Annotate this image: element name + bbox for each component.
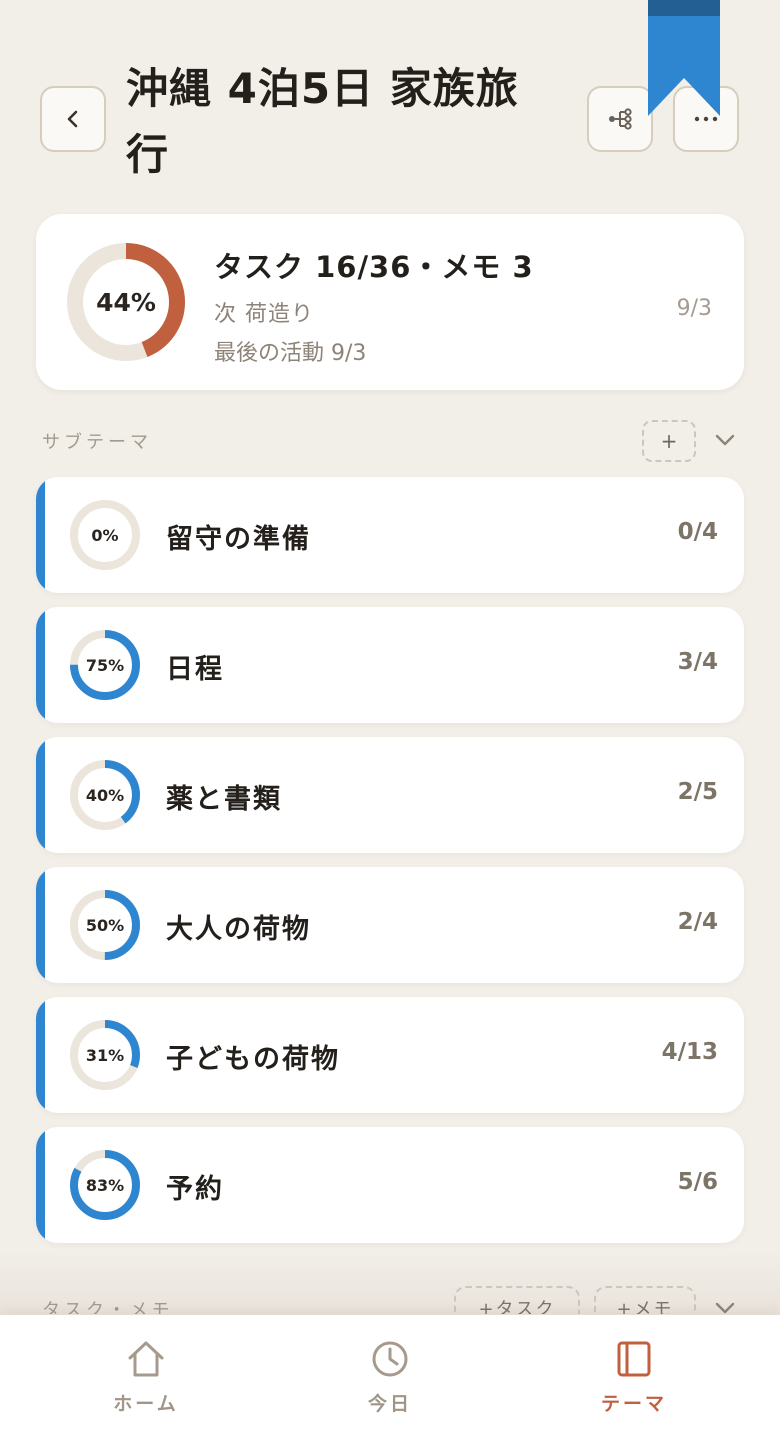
subtheme-accent bbox=[36, 997, 45, 1113]
nav-theme[interactable]: テーマ bbox=[534, 1315, 734, 1444]
bottom-navigation: ホーム 今日 テーマ bbox=[0, 1314, 780, 1444]
nav-today-label: 今日 bbox=[367, 1393, 412, 1415]
subtheme-progress-label: 0% bbox=[91, 525, 119, 545]
subtheme-name: 留守の準備 bbox=[166, 524, 311, 555]
subtheme-count: 0/4 bbox=[677, 519, 718, 545]
task-memo-counts: タスク 16/36・メモ 3 bbox=[214, 250, 534, 284]
subtheme-progress-label: 31% bbox=[85, 1045, 125, 1065]
next-task-date: 9/3 bbox=[676, 296, 712, 321]
subtheme-section-label: サブテーマ bbox=[42, 432, 152, 453]
subtheme-card[interactable]: 75% 日程 3/4 bbox=[36, 607, 744, 723]
page-title: 沖縄 4泊5日 家族旅行 bbox=[126, 64, 519, 179]
subtheme-count: 5/6 bbox=[677, 1169, 718, 1195]
add-subtheme-button[interactable]: + bbox=[642, 420, 696, 462]
subtheme-card[interactable]: 83% 予約 5/6 bbox=[36, 1127, 744, 1243]
nav-today[interactable]: 今日 bbox=[290, 1315, 490, 1444]
chevron-left-icon bbox=[67, 110, 78, 128]
subtheme-card[interactable]: 0% 留守の準備 0/4 bbox=[36, 477, 744, 593]
bookmark-icon[interactable] bbox=[648, 0, 720, 116]
last-activity: 最後の活動 9/3 bbox=[214, 341, 367, 366]
subtheme-card[interactable]: 40% 薬と書類 2/5 bbox=[36, 737, 744, 853]
subtheme-accent bbox=[36, 1127, 45, 1243]
subtheme-progress-label: 50% bbox=[85, 915, 125, 935]
home-icon bbox=[128, 1341, 164, 1377]
subtheme-accent bbox=[36, 867, 45, 983]
subtheme-name: 大人の荷物 bbox=[166, 914, 311, 945]
subtheme-name: 子どもの荷物 bbox=[166, 1044, 340, 1075]
tree-view-button[interactable] bbox=[587, 86, 653, 152]
subtheme-accent bbox=[36, 477, 45, 593]
subtheme-progress-label: 40% bbox=[85, 785, 125, 805]
subtheme-count: 3/4 bbox=[677, 649, 718, 675]
subtheme-accent bbox=[36, 737, 45, 853]
subtheme-name: 薬と書類 bbox=[166, 784, 282, 815]
hierarchy-icon bbox=[609, 108, 632, 130]
clock-icon bbox=[372, 1341, 408, 1377]
nav-theme-label: テーマ bbox=[600, 1393, 667, 1415]
next-task: 次 荷造り bbox=[214, 302, 314, 327]
overall-progress-label: 44% bbox=[96, 287, 156, 317]
subtheme-progress-label: 75% bbox=[85, 655, 125, 675]
subtheme-name: 予約 bbox=[166, 1174, 224, 1205]
subtheme-card[interactable]: 31% 子どもの荷物 4/13 bbox=[36, 997, 744, 1113]
subtheme-count: 4/13 bbox=[661, 1039, 718, 1065]
theme-summary-card[interactable]: 44% タスク 16/36・メモ 3 次 荷造り 9/3 最後の活動 9/3 bbox=[36, 214, 744, 390]
subtheme-count: 2/4 bbox=[677, 909, 718, 935]
subtheme-count: 2/5 bbox=[677, 779, 718, 805]
theme-detail-screen: 沖縄 4泊5日 家族旅行 44% タスク 16/36・メモ 3 次 荷造り 9/… bbox=[0, 0, 780, 1444]
subtheme-accent bbox=[36, 607, 45, 723]
notebook-icon bbox=[617, 1341, 651, 1377]
subtheme-progress-label: 83% bbox=[85, 1175, 125, 1195]
subtheme-name: 日程 bbox=[166, 654, 224, 685]
nav-home-label: ホーム bbox=[113, 1393, 179, 1415]
subtheme-card[interactable]: 50% 大人の荷物 2/4 bbox=[36, 867, 744, 983]
nav-home[interactable]: ホーム bbox=[46, 1315, 246, 1444]
chevron-down-icon[interactable] bbox=[714, 432, 736, 448]
back-button[interactable] bbox=[40, 86, 106, 152]
